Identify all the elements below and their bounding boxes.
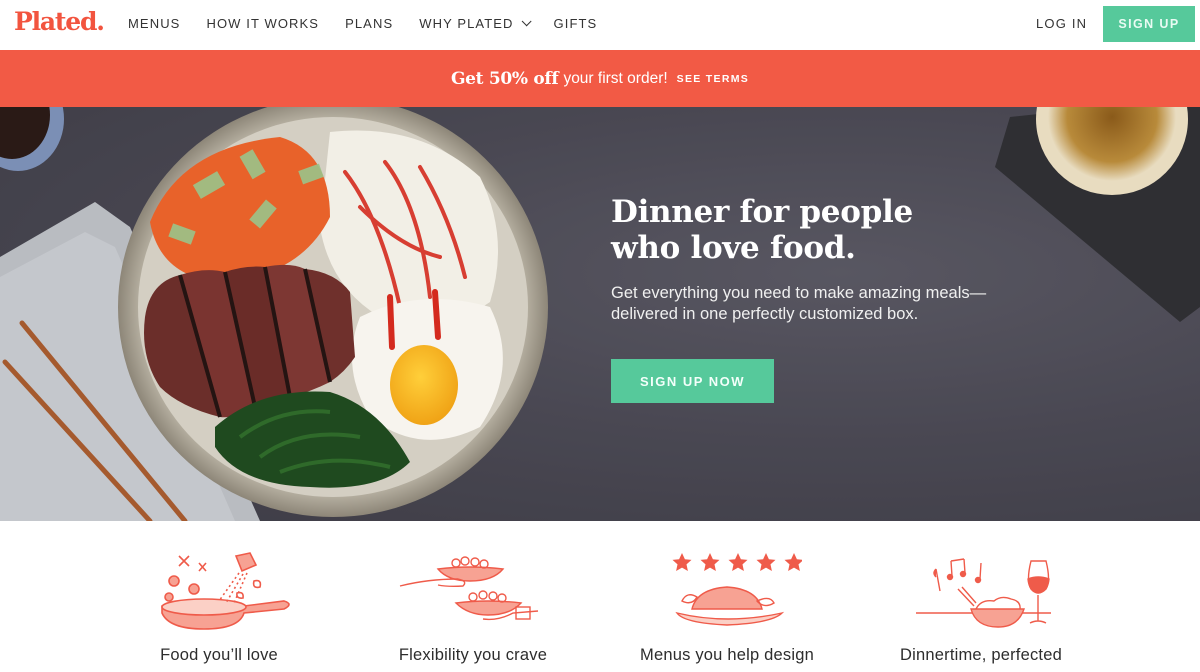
plated-logo[interactable]: Plated.: [14, 7, 105, 36]
skillet-icon: [161, 552, 290, 630]
feature-label: Menus you help design: [640, 646, 814, 664]
hero-subtitle: Get everything you need to make amazing …: [611, 283, 1031, 325]
feature-menus: Menus you help design: [607, 521, 847, 664]
features-row: Food you’ll love Flexibility you crave M…: [0, 521, 1200, 672]
nav-label: GIFTS: [553, 16, 598, 31]
five-star-roast-icon: [672, 553, 802, 626]
rating-stars: [672, 553, 802, 571]
see-terms-link[interactable]: SEE TERMS: [677, 73, 749, 85]
feature-label: Flexibility you crave: [398, 646, 548, 664]
chevron-down-icon: [521, 16, 532, 27]
nav-item-menus[interactable]: MENUS: [128, 16, 180, 31]
nav-label: PLANS: [345, 16, 394, 31]
hero-title-line: Dinner for people: [611, 194, 913, 230]
hero-title-line: who love food.: [611, 230, 856, 266]
signup-button[interactable]: SIGN UP: [1103, 6, 1195, 42]
promo-banner: Get 50% off your first order! SEE TERMS: [0, 50, 1200, 107]
hero-title: Dinner for people who love food.: [611, 194, 913, 266]
nav-label: WHY PLATED: [419, 16, 514, 31]
bowl-and-wine-icon: [916, 558, 1051, 628]
feature-food: Food you’ll love: [99, 521, 339, 664]
serving-plates-icon: [399, 556, 539, 621]
hero-subtitle-line: Get everything you need to make amazing …: [611, 284, 987, 302]
promo-text: your first order!: [563, 69, 668, 87]
feature-flexibility: Flexibility you crave: [353, 521, 593, 664]
sign-up-now-button[interactable]: SIGN UP NOW: [611, 359, 774, 403]
nav-item-plans[interactable]: PLANS: [345, 16, 393, 31]
nav-label: HOW IT WORKS: [206, 16, 320, 31]
feature-label: Dinnertime, perfected: [900, 646, 1062, 664]
hero-subtitle-line: delivered in one perfectly customized bo…: [611, 305, 919, 323]
feature-dinnertime: Dinnertime, perfected: [861, 521, 1101, 664]
hero-section: Dinner for people who love food. Get eve…: [0, 107, 1200, 521]
promo-headline: Get 50% off: [450, 68, 559, 89]
main-nav: MENUS HOW IT WORKS PLANS WHY PLATED GIFT…: [128, 16, 623, 31]
login-link[interactable]: LOG IN: [1036, 16, 1087, 31]
nav-item-gifts[interactable]: GIFTS: [554, 16, 598, 31]
nav-item-why-plated[interactable]: WHY PLATED: [419, 16, 532, 31]
nav-label: MENUS: [128, 16, 181, 31]
nav-item-how-it-works[interactable]: HOW IT WORKS: [206, 16, 319, 31]
feature-label: Food you’ll love: [160, 646, 278, 664]
site-header: Plated. MENUS HOW IT WORKS PLANS WHY PLA…: [0, 0, 1200, 50]
